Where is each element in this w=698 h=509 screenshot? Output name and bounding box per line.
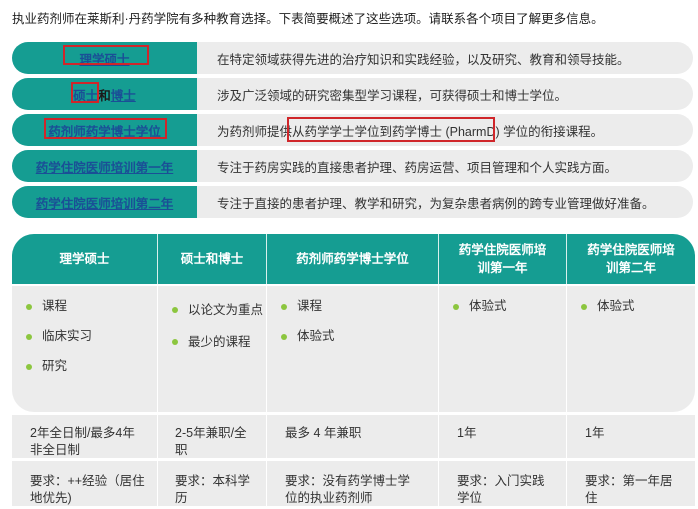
program-row-residency-2: 药学住院医师培训第二年 专注于直接的患者护理、教学和研究，为复杂患者病例的跨专业…	[12, 186, 693, 218]
header-ms-phd: 硕士和博士	[157, 234, 266, 284]
table-cell: 最多 4 年兼职	[266, 415, 438, 458]
table-cell: 课程 体验式	[266, 286, 438, 412]
program-description: 在特定领域获得先进的治疗知识和实践经验，以及研究、教育和领导技能。	[197, 42, 693, 74]
program-row-ms-phd: 硕士 和 博士 涉及广泛领域的研究密集型学习课程，可获得硕士和博士学位。	[12, 78, 693, 110]
table-cell: 2-5年兼职/全职	[157, 415, 266, 458]
table-cell: 要求：入门实践学位	[438, 461, 566, 506]
table-cell: 以论文为重点 最少的课程	[157, 286, 266, 412]
table-cell: 1年	[566, 415, 695, 458]
table-cell: 要求：本科学历	[157, 461, 266, 506]
table-header: 理学硕士 硕士和博士 药剂师药学博士学位 药学住院医师培 训第一年 药学住院医师培…	[12, 234, 695, 284]
highlight-box	[287, 117, 495, 142]
label-joiner: 和	[98, 88, 111, 103]
comparison-table: 理学硕士 硕士和博士 药剂师药学博士学位 药学住院医师培 训第一年 药学住院医师培…	[12, 234, 695, 506]
table-cell: 体验式	[438, 286, 566, 412]
program-label-cell: 硕士 和 博士	[12, 78, 197, 110]
list-item: 以论文为重点	[172, 298, 266, 322]
table-row-features: 课程 临床实习 研究 以论文为重点 最少的课程 课程 体验式 体验式 体验式	[12, 286, 695, 412]
header-residency-1: 药学住院医师培 训第一年	[438, 234, 566, 284]
table-cell: 2年全日制/最多4年非全日制	[30, 426, 135, 457]
table-cell: 课程 临床实习 研究	[12, 286, 157, 412]
link-residency-year2[interactable]: 药学住院医师培训第二年	[36, 193, 174, 212]
program-description: 专注于药房实践的直接患者护理、药房运营、项目管理和个人实践方面。	[197, 150, 693, 182]
highlight-box	[63, 45, 149, 65]
program-description: 专注于直接的患者护理、教学和研究，为复杂患者病例的跨专业管理做好准备。	[197, 186, 693, 218]
list-item: 体验式	[453, 298, 566, 315]
link-residency-year1[interactable]: 药学住院医师培训第一年	[36, 157, 174, 176]
table-cell: 要求：第一年居住	[566, 461, 695, 506]
highlight-box	[44, 118, 167, 139]
list-item: 体验式	[281, 328, 438, 345]
list-item: 最少的课程	[172, 330, 266, 354]
table-row-requirements: 要求：++经验（居住地优先) 要求：本科学历 要求：没有药学博士学位的执业药剂师…	[12, 461, 695, 506]
intro-text: 执业药剂师在莱斯利·丹药学院有多种教育选择。下表简要概述了这些选项。请联系各个项…	[12, 12, 604, 26]
link-phd[interactable]: 博士	[111, 85, 136, 104]
header-pharmd: 药剂师药学博士学位	[266, 234, 438, 284]
program-label-cell: 药学住院医师培训第二年	[12, 186, 197, 218]
program-row-residency-1: 药学住院医师培训第一年 专注于药房实践的直接患者护理、药房运营、项目管理和个人实…	[12, 150, 693, 182]
list-item: 课程	[281, 298, 438, 315]
list-item: 研究	[26, 358, 157, 375]
highlight-box	[71, 82, 99, 103]
header-residency-2: 药学住院医师培 训第二年	[566, 234, 695, 284]
header-msc: 理学硕士	[59, 252, 110, 266]
list-item: 体验式	[581, 298, 695, 315]
table-row-duration: 2年全日制/最多4年非全日制 2-5年兼职/全职 最多 4 年兼职 1年 1年	[12, 415, 695, 458]
program-label-cell: 药学住院医师培训第一年	[12, 150, 197, 182]
program-description: 涉及广泛领域的研究密集型学习课程，可获得硕士和博士学位。	[197, 78, 693, 110]
list-item: 课程	[26, 298, 157, 315]
table-cell: 要求：没有药学博士学位的执业药剂师	[266, 461, 438, 506]
table-cell: 要求：++经验（居住地优先)	[30, 474, 145, 505]
table-cell: 1年	[438, 415, 566, 458]
table-cell: 体验式	[566, 286, 695, 412]
list-item: 临床实习	[26, 328, 157, 345]
